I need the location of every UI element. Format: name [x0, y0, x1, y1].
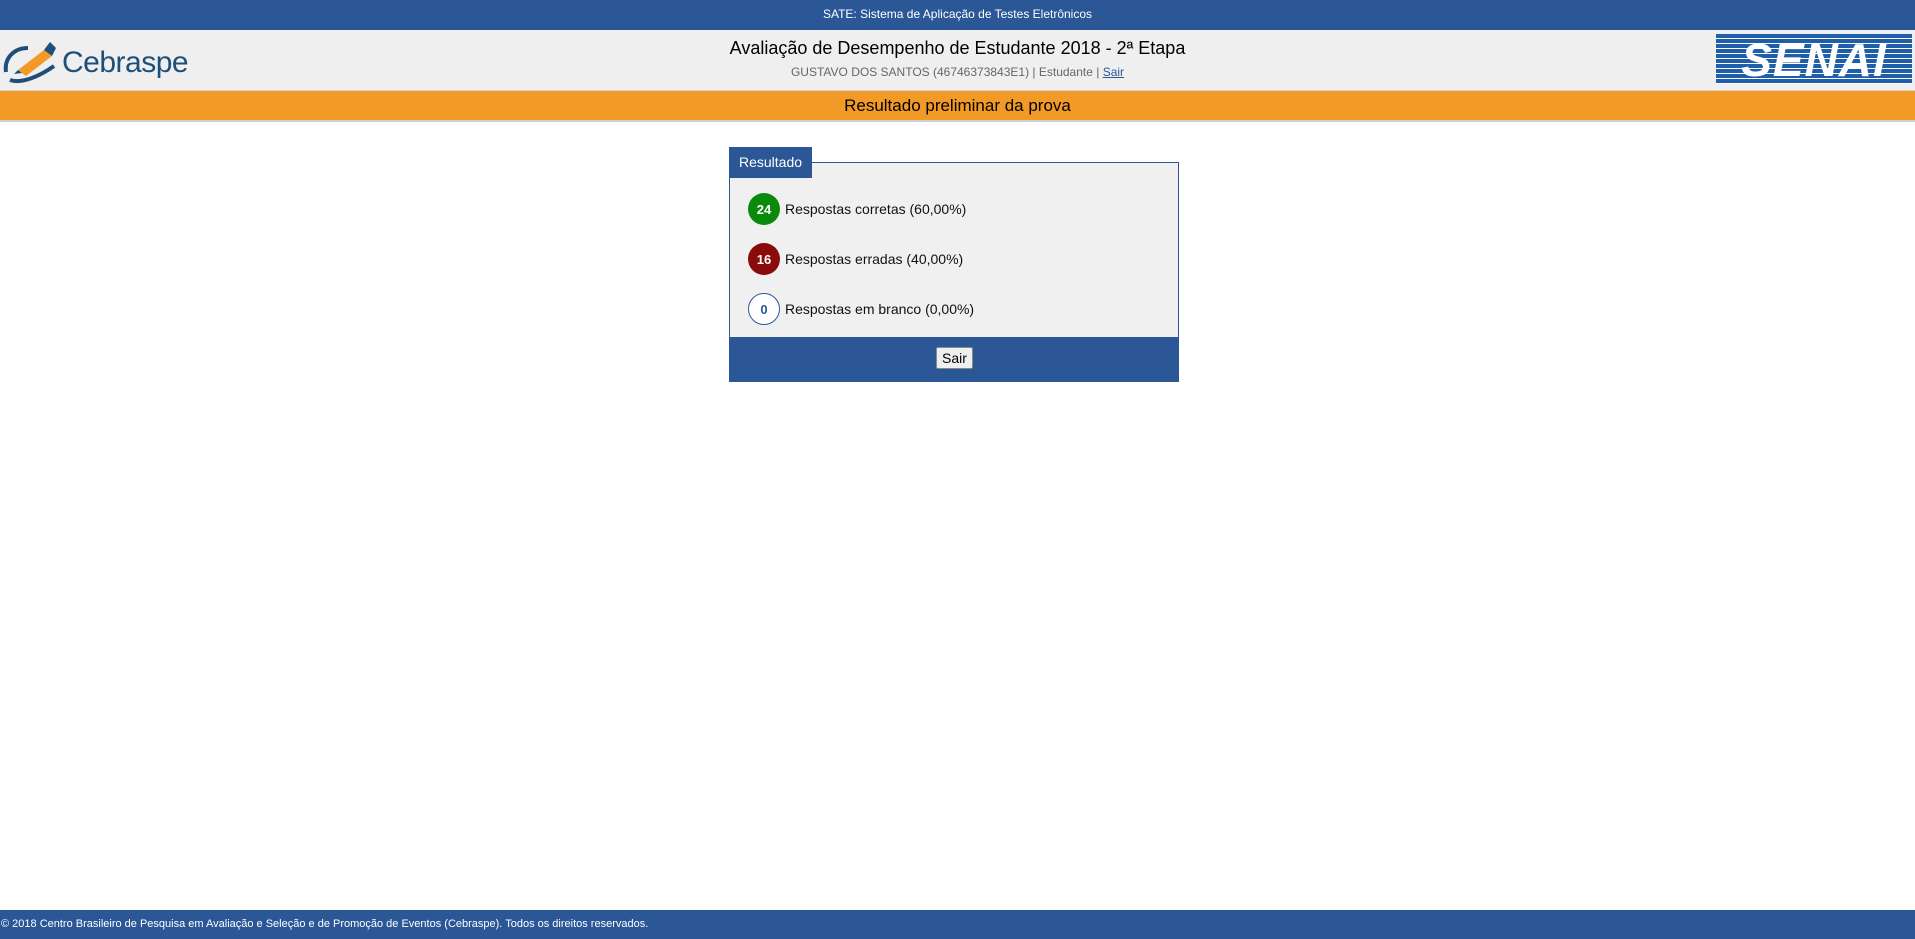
system-title: SATE: Sistema de Aplicação de Testes Ele… [822, 7, 1093, 21]
result-panel: 24 Respostas corretas (60,00%) 16 Respos… [729, 162, 1179, 382]
result-panel-tab: Resultado [729, 147, 812, 178]
result-row-correct: 24 Respostas corretas (60,00%) [748, 193, 966, 225]
wrong-count-badge: 16 [748, 243, 780, 275]
result-panel-footer: Sair [730, 337, 1178, 381]
senai-brand-text: SENAI [1741, 34, 1887, 84]
correct-label: Respostas corretas (60,00%) [785, 201, 967, 217]
wrong-label: Respostas erradas (40,00%) [785, 251, 964, 267]
senai-logo: SENAI [1716, 34, 1912, 84]
header: Cebraspe Avaliação de Desempenho de Estu… [0, 30, 1915, 91]
blank-count-badge: 0 [748, 293, 780, 325]
result-banner: Resultado preliminar da prova [0, 91, 1915, 122]
copyright-text: © 2018 Centro Brasileiro de Pesquisa em … [1, 918, 649, 930]
correct-count-badge: 24 [748, 193, 780, 225]
result-row-blank: 0 Respostas em branco (0,00%) [748, 293, 974, 325]
exit-button[interactable]: Sair [936, 347, 973, 369]
footer: © 2018 Centro Brasileiro de Pesquisa em … [0, 910, 1915, 939]
page: SATE: Sistema de Aplicação de Testes Ele… [0, 0, 1915, 939]
system-bar: SATE: Sistema de Aplicação de Testes Ele… [0, 0, 1915, 30]
logout-link[interactable]: Sair [1103, 65, 1124, 79]
page-title: Avaliação de Desempenho de Estudante 201… [729, 38, 1186, 58]
user-info: GUSTAVO DOS SANTOS (46746373843E1) | Est… [0, 65, 1915, 79]
blank-label: Respostas em branco (0,00%) [785, 301, 975, 317]
result-banner-text: Resultado preliminar da prova [844, 96, 1071, 115]
result-row-wrong: 16 Respostas erradas (40,00%) [748, 243, 963, 275]
user-info-text: GUSTAVO DOS SANTOS (46746373843E1) | Est… [790, 65, 1103, 79]
